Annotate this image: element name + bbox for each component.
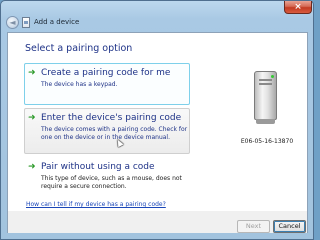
device-led bbox=[271, 75, 274, 78]
pairing-code-help-link[interactable]: How can I tell if my device has a pairin… bbox=[26, 201, 166, 209]
green-arrow-icon: ➜ bbox=[28, 68, 36, 78]
device-label: E06-05-16-13870 bbox=[240, 138, 294, 145]
add-device-icon bbox=[22, 17, 30, 28]
next-button[interactable]: Next bbox=[237, 220, 270, 233]
close-icon: × bbox=[294, 1, 302, 12]
option-create-pairing-code[interactable]: ➜ Create a pairing code for me The devic… bbox=[24, 63, 190, 105]
option-description: The device has a keypad. bbox=[41, 81, 118, 88]
button-bar: Next Cancel bbox=[8, 211, 307, 233]
cancel-button[interactable]: Cancel bbox=[273, 220, 306, 233]
option-title: Pair without using a code bbox=[41, 162, 155, 172]
back-arrow-icon: ◄ bbox=[9, 17, 16, 27]
option-enter-pairing-code[interactable]: ➜ Enter the device's pairing code The de… bbox=[24, 108, 190, 154]
device-slot bbox=[259, 79, 272, 81]
add-device-window: × ◄ Add a device Select a pairing option… bbox=[0, 0, 314, 240]
device-base bbox=[256, 119, 275, 124]
option-title: Create a pairing code for me bbox=[41, 68, 171, 78]
close-button[interactable]: × bbox=[284, 1, 312, 14]
device-slot bbox=[259, 83, 272, 85]
option-pair-without-code[interactable]: ➜ Pair without using a code This type of… bbox=[24, 157, 190, 197]
content-panel: Select a pairing option ➜ Create a pairi… bbox=[7, 32, 308, 233]
option-description: This type of device, such as a mouse, do… bbox=[41, 175, 182, 190]
option-title: Enter the device's pairing code bbox=[41, 113, 182, 123]
device-icon bbox=[254, 71, 277, 124]
green-arrow-icon: ➜ bbox=[28, 162, 36, 172]
back-button[interactable]: ◄ bbox=[6, 16, 19, 29]
page-heading: Select a pairing option bbox=[25, 43, 133, 54]
green-arrow-icon: ➜ bbox=[28, 113, 36, 123]
device-body bbox=[254, 71, 277, 120]
window-title: Add a device bbox=[34, 18, 80, 26]
